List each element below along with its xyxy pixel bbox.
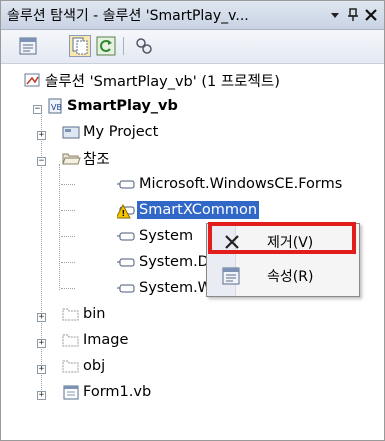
expand-button[interactable]: + (37, 365, 46, 374)
reference-label: System (139, 228, 194, 244)
tree-item-reference[interactable]: System (117, 224, 195, 248)
reference-icon (117, 180, 135, 189)
tree-connector (61, 288, 75, 289)
toolbar-separator (123, 37, 124, 55)
tree-connector (59, 164, 60, 290)
expand-button[interactable]: + (37, 391, 46, 400)
tree-connector (61, 184, 75, 185)
vb-project-icon: VB (48, 98, 62, 114)
properties-icon (19, 37, 37, 55)
tree-item-solution[interactable]: 솔루션 'SmartPlay_vb' (1 프로젝트) (23, 68, 282, 92)
tree-item-reference[interactable]: System.W (117, 276, 214, 300)
show-all-files-button[interactable] (69, 35, 91, 57)
folder-label: Image (83, 332, 129, 348)
tree-item-folder[interactable]: obj (61, 354, 107, 378)
tree-item-folder[interactable]: bin (61, 302, 107, 326)
tree-item-references[interactable]: 참조 (61, 146, 112, 170)
solution-explorer-panel: 솔루션 탐색기 - 솔루션 'SmartPlay_v... 솔루션 'Smart… (0, 0, 385, 441)
close-icon[interactable] (362, 5, 380, 25)
my-project-icon (62, 126, 80, 139)
tree-connector (61, 236, 75, 237)
window-title: 솔루션 탐색기 - 솔루션 'SmartPlay_v... (7, 8, 249, 24)
class-view-button[interactable] (133, 35, 155, 57)
properties-button[interactable] (17, 35, 39, 57)
expand-button[interactable]: + (37, 339, 46, 348)
reference-label: System.W (139, 280, 213, 296)
reference-label: System.D (139, 254, 209, 270)
class-view-icon (136, 38, 152, 54)
refresh-icon (96, 36, 116, 56)
tree-connector (61, 210, 75, 211)
pin-icon[interactable] (344, 5, 362, 25)
solution-label: 솔루션 'SmartPlay_vb' (1 프로젝트) (45, 73, 280, 90)
menu-item-label: 속성(R) (267, 269, 314, 285)
menu-item-properties[interactable]: 속성(R) (207, 262, 359, 290)
title-bar: 솔루션 탐색기 - 솔루션 'SmartPlay_v... (1, 1, 384, 30)
expand-button[interactable]: + (37, 131, 46, 140)
chevron-down-icon[interactable] (326, 5, 344, 25)
tree-item-my-project[interactable]: My Project (61, 120, 160, 144)
toolbar (1, 30, 384, 64)
collapse-button[interactable]: − (37, 157, 46, 166)
refresh-button[interactable] (95, 35, 117, 57)
properties-icon (222, 267, 240, 285)
tree-connector (61, 262, 75, 263)
form-icon (63, 385, 79, 400)
reference-label: Microsoft.WindowsCE.Forms (139, 176, 343, 192)
tree-item-reference[interactable]: System.D (117, 250, 211, 274)
open-folder-icon (62, 153, 81, 165)
highlight-annotation (208, 222, 356, 254)
folder-icon (62, 308, 79, 321)
reference-icon (117, 232, 135, 241)
svg-text:!: ! (122, 209, 126, 218)
folder-icon (62, 360, 79, 373)
show-all-files-icon (72, 37, 88, 55)
tree-item-project[interactable]: VB SmartPlay_vb (45, 94, 180, 118)
my-project-label: My Project (83, 124, 159, 140)
warning-reference-icon: ! (117, 203, 135, 219)
tree-item-reference-selected[interactable]: ! SmartXCommon (117, 198, 260, 222)
solution-icon (24, 73, 40, 87)
project-label: SmartPlay_vb (67, 98, 178, 114)
svg-text:VB: VB (51, 103, 62, 112)
reference-icon (117, 258, 135, 267)
collapse-button[interactable]: − (33, 105, 42, 114)
folder-icon (62, 334, 79, 347)
tree-connector (41, 110, 42, 392)
folder-label: obj (83, 358, 106, 374)
tree-item-folder[interactable]: Image (61, 328, 130, 352)
form-label: Form1.vb (83, 384, 152, 400)
references-label: 참조 (83, 151, 110, 168)
reference-icon (117, 284, 135, 293)
tree-item-reference[interactable]: Microsoft.WindowsCE.Forms (117, 172, 344, 196)
tree-item-form[interactable]: Form1.vb (61, 380, 153, 404)
folder-label: bin (83, 306, 106, 322)
expand-button[interactable]: + (37, 313, 46, 322)
reference-label: SmartXCommon (137, 201, 260, 219)
